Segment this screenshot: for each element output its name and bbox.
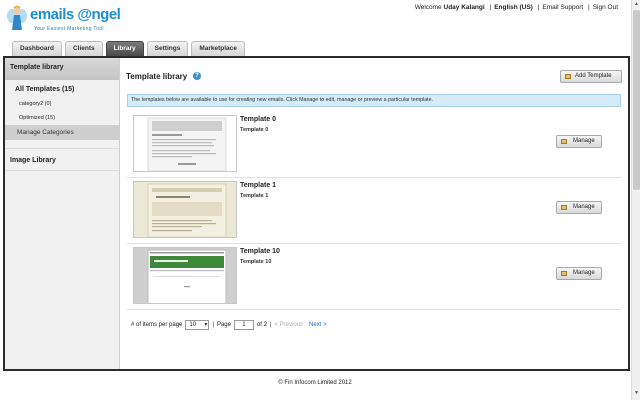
add-template-icon [565,74,571,79]
sidebar: Template library All Templates (15) cate… [5,58,120,369]
manage-label: Manage [573,270,595,276]
tab-dashboard[interactable]: Dashboard [12,41,62,56]
manage-button[interactable]: Manage [556,135,602,148]
next-page-link[interactable]: Next > [309,322,327,328]
scroll-thumb[interactable] [633,10,640,190]
tab-library[interactable]: Library [105,41,144,56]
template-row: Template 0 Template 0 Manage [127,112,621,178]
manage-button[interactable]: Manage [556,201,602,214]
sign-out-link[interactable]: Sign Out [593,4,618,11]
manage-icon [561,139,567,144]
manage-label: Manage [573,204,595,210]
template-row: Template 1 Template 1 Manage [127,178,621,244]
email-support-link[interactable]: Email Support [542,4,583,11]
tab-marketplace[interactable]: Marketplace [191,41,245,56]
template-description: Template 10 [240,259,272,265]
sidebar-item-all-templates[interactable]: All Templates (15) [5,80,119,97]
help-icon[interactable]: ? [193,72,201,80]
main-panel: Template library ? Add Template The temp… [121,58,628,369]
sidebar-item-optimized[interactable]: Optimized (15) [5,111,119,125]
page-count: of 2 [256,322,267,328]
template-thumbnail[interactable] [133,115,237,172]
main-tabs: Dashboard Clients Library Settings Marke… [12,41,248,56]
template-thumbnail[interactable] [133,181,237,238]
logo-text: emails @ngel [30,6,121,23]
template-name: Template 0 [240,116,277,123]
header: emails @ngel Your Easiest Marketing Tool… [0,0,630,40]
tab-settings[interactable]: Settings [146,41,189,56]
info-banner: The templates below are available to use… [127,94,621,107]
manage-icon [561,271,567,276]
language-link[interactable]: English (US) [494,4,533,11]
user-bar: Welcome Uday Kalangi | English (US) | Emai… [414,4,618,11]
logo[interactable]: emails @ngel Your Easiest Marketing Tool [4,2,124,38]
welcome-text: Welcome [414,4,442,11]
add-template-label: Add Template [575,73,612,79]
manage-button[interactable]: Manage [556,267,602,280]
template-thumbnail[interactable] [133,247,237,304]
template-name: Template 10 [240,248,280,255]
items-per-page-select[interactable]: 10 [185,320,210,330]
template-preview-image [134,248,236,303]
tab-clients[interactable]: Clients [64,41,103,56]
manage-icon [561,205,567,210]
pager-separator: | [269,322,272,328]
scroll-down-icon[interactable]: ▼ [633,390,640,398]
add-template-button[interactable]: Add Template [560,70,622,83]
sidebar-item-image-library[interactable]: Image Library [5,148,119,171]
items-per-page-label: # of items per page [131,322,183,328]
content-frame: Template library All Templates (15) cate… [3,56,630,371]
template-preview-image [134,182,236,237]
previous-page-link[interactable]: < Previous [275,322,304,328]
template-row: Template 10 Template 10 Manage [127,244,621,310]
pagination: # of items per page 10 | Page 1 of 2 | <… [131,320,327,330]
pager-separator: | [212,322,214,328]
template-description: Template 1 [240,193,269,199]
manage-categories-link[interactable]: Manage Categories [5,125,119,140]
page-label: Page [216,322,231,328]
sidebar-heading[interactable]: Template library [5,58,119,80]
footer-copyright: © Fin Infocom Limited 2012 [278,380,352,386]
template-name: Template 1 [240,182,277,189]
manage-label: Manage [573,138,595,144]
template-description: Template 0 [240,127,269,133]
logo-tagline: Your Easiest Marketing Tool [34,26,104,32]
fairy-logo-icon [7,5,27,30]
user-name: Uday Kalangi [443,4,485,11]
sidebar-item-category2[interactable]: category2 (0) [5,97,119,111]
scroll-up-icon[interactable]: ▲ [633,1,640,9]
page-title: Template library [126,72,188,81]
vertical-scrollbar[interactable]: ▲ ▼ [631,0,640,400]
template-preview-image [134,116,236,171]
page-number-input[interactable]: 1 [233,320,254,330]
